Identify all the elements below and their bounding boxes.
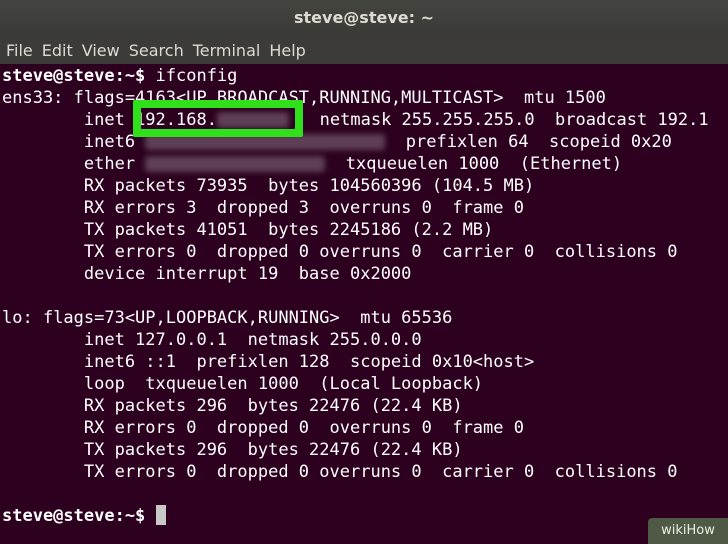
ip-highlight-box <box>133 100 303 137</box>
terminal-line: TX errors 0 dropped 0 overruns 0 carrier… <box>2 462 678 482</box>
terminal-line: ens33: flags=4163<UP,BROADCAST,RUNNING,M… <box>2 88 606 108</box>
terminal-line: RX packets 73935 bytes 104560396 (104.5 … <box>2 176 535 196</box>
terminal-line: loop txqueuelen 1000 (Local Loopback) <box>2 374 484 394</box>
terminal-line: steve@steve:~$ <box>2 505 166 527</box>
menu-search[interactable]: Search <box>129 41 184 60</box>
menu-bar: File Edit View Search Terminal Help <box>0 36 728 64</box>
terminal-line: lo: flags=73<UP,LOOPBACK,RUNNING> mtu 65… <box>2 308 453 328</box>
ether-label: ether <box>2 154 146 174</box>
terminal-line: TX packets 296 bytes 22476 (22.4 KB) <box>2 440 463 460</box>
inet6-label: inet6 <box>2 132 146 152</box>
menu-terminal[interactable]: Terminal <box>193 41 261 60</box>
terminal-output[interactable]: steve@steve:~$ ifconfig ens33: flags=416… <box>0 64 728 544</box>
inet-label: inet <box>2 110 136 130</box>
terminal-line: inet 127.0.0.1 netmask 255.0.0.0 <box>2 330 422 350</box>
terminal-line: RX errors 0 dropped 0 overruns 0 frame 0 <box>2 418 524 438</box>
redacted-mac <box>145 156 326 172</box>
command-text: ifconfig <box>145 66 238 86</box>
terminal-line: device interrupt 19 base 0x2000 <box>2 264 412 284</box>
menu-file[interactable]: File <box>6 41 33 60</box>
netmask-text: netmask 255.255.255.0 broadcast 192.1 <box>288 110 709 130</box>
terminal-line: TX errors 0 dropped 0 overruns 0 carrier… <box>2 242 678 262</box>
prefixlen-text: prefixlen 64 scopeid 0x20 <box>385 132 672 152</box>
shell-prompt: steve@steve:~$ <box>2 66 146 86</box>
terminal-line: steve@steve:~$ ifconfig <box>2 65 237 87</box>
terminal-line: inet 192.168. netmask 255.255.255.0 broa… <box>2 109 709 131</box>
txqueuelen-text: txqueuelen 1000 (Ethernet) <box>325 154 623 174</box>
terminal-line: RX packets 296 bytes 22476 (22.4 KB) <box>2 396 463 416</box>
wikihow-watermark: wikiHow <box>648 518 728 544</box>
shell-prompt: steve@steve:~$ <box>2 506 146 526</box>
text-cursor <box>155 505 166 525</box>
window-title: steve@steve: ~ <box>0 0 728 36</box>
menu-help[interactable]: Help <box>269 41 305 60</box>
menu-edit[interactable]: Edit <box>42 41 73 60</box>
terminal-line: inet6 prefixlen 64 scopeid 0x20 <box>2 131 672 153</box>
menu-view[interactable]: View <box>82 41 120 60</box>
terminal-line: RX errors 3 dropped 3 overruns 0 frame 0 <box>2 198 524 218</box>
terminal-line: inet6 ::1 prefixlen 128 scopeid 0x10<hos… <box>2 352 535 372</box>
terminal-line: ether txqueuelen 1000 (Ethernet) <box>2 153 622 175</box>
terminal-line: TX packets 41051 bytes 2245186 (2.2 MB) <box>2 220 494 240</box>
